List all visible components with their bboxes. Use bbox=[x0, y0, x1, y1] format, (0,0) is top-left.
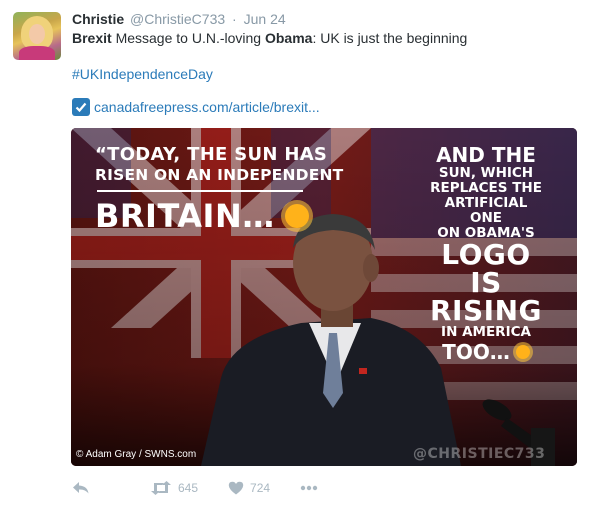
tweet-text-2: Message to U.N.-loving bbox=[111, 30, 265, 46]
quote-right-line2: SUN, WHICH REPLACES THE ARTIFICIAL ONE O… bbox=[430, 165, 542, 241]
retweet-icon bbox=[151, 481, 171, 495]
more-button[interactable] bbox=[300, 485, 318, 491]
quote-right-line1: AND THE bbox=[436, 143, 536, 167]
photo-credit: © Adam Gray / SWNS.com bbox=[76, 449, 197, 460]
tweet-actions: 645 724 bbox=[72, 478, 318, 498]
quote-right-line5: TOO… bbox=[442, 340, 510, 364]
tweet-header: Christie @ChristieC733 · Jun 24 bbox=[72, 11, 286, 27]
like-button[interactable]: 724 bbox=[228, 481, 270, 495]
reply-button[interactable] bbox=[72, 481, 92, 495]
hashtag-link[interactable]: #UKIndependenceDay bbox=[72, 65, 213, 83]
sun-icon bbox=[515, 345, 530, 359]
tweet-text-bold-1: Brexit bbox=[72, 30, 112, 46]
quote-right-line3: LOGO IS RISING bbox=[430, 238, 542, 327]
tweet[interactable]: Christie @ChristieC733 · Jun 24 Brexit M… bbox=[0, 0, 590, 508]
link-row[interactable]: canadafreepress.com/article/brexit... bbox=[72, 97, 320, 117]
separator: · bbox=[232, 11, 237, 27]
quote-right: AND THE SUN, WHICH REPLACES THE ARTIFICI… bbox=[429, 144, 543, 364]
tweet-text-bold-2: Obama bbox=[264, 30, 313, 46]
quote-left-line3-wrap: BRITAIN… bbox=[95, 199, 343, 233]
more-icon bbox=[300, 485, 318, 491]
heart-icon bbox=[228, 481, 244, 495]
quote-right-line5-wrap: TOO… bbox=[429, 340, 543, 364]
timestamp[interactable]: Jun 24 bbox=[244, 11, 286, 27]
divider bbox=[97, 190, 303, 192]
quote-right-line4: IN AMERICA bbox=[441, 324, 531, 340]
quote-left-line1: “TODAY, THE SUN HAS bbox=[95, 144, 328, 165]
quote-left: “TODAY, THE SUN HAS RISEN ON AN INDEPEND… bbox=[95, 144, 343, 233]
reply-icon bbox=[73, 482, 89, 494]
sun-icon bbox=[284, 204, 309, 228]
fullname[interactable]: Christie bbox=[72, 11, 124, 27]
retweet-button[interactable]: 645 bbox=[150, 481, 198, 495]
tweet-text-4: : UK is just the beginning bbox=[312, 30, 468, 46]
checkbox-icon bbox=[72, 98, 90, 116]
tweet-image[interactable]: “TODAY, THE SUN HAS RISEN ON AN INDEPEND… bbox=[71, 128, 577, 466]
article-link[interactable]: canadafreepress.com/article/brexit... bbox=[94, 99, 320, 115]
tweet-text: Brexit Message to U.N.-loving Obama: UK … bbox=[72, 29, 467, 47]
avatar[interactable] bbox=[13, 12, 61, 60]
handle[interactable]: @ChristieC733 bbox=[130, 11, 225, 27]
like-count: 724 bbox=[250, 481, 271, 495]
watermark: @CHRISTIEC733 bbox=[413, 446, 546, 462]
retweet-count: 645 bbox=[178, 481, 199, 495]
quote-left-line3: BRITAIN… bbox=[95, 197, 275, 235]
quote-left-line2: RISEN ON AN INDEPENDENT bbox=[95, 166, 344, 184]
